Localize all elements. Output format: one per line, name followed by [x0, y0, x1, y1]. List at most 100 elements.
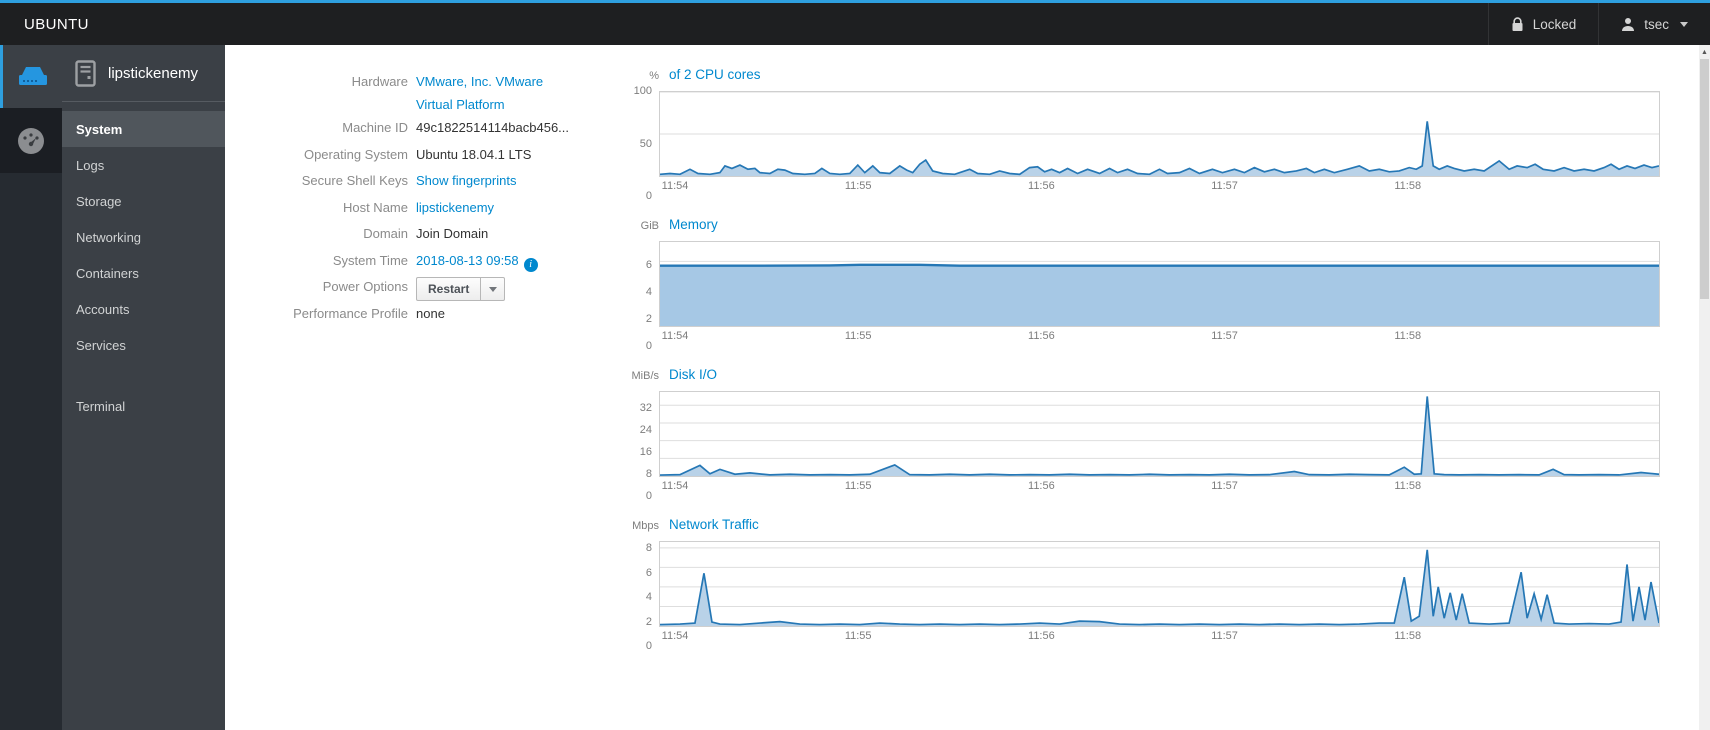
dashboard-icon [18, 127, 44, 154]
x-tick-label: 11:56 [1028, 480, 1055, 492]
sidebar-item-services[interactable]: Services [62, 327, 225, 363]
sidebar-item-logs[interactable]: Logs [62, 147, 225, 183]
power-options-caret-button[interactable] [481, 277, 506, 301]
vertical-scrollbar[interactable]: ▲ [1699, 45, 1710, 730]
lock-status[interactable]: Locked [1487, 3, 1599, 45]
info-value: none [416, 305, 445, 321]
cpu-chart: % of 2 CPU cores 0 50 100 11:54 11:55 11:56 11:5… [593, 67, 1660, 202]
sidebar-item-storage[interactable]: Storage [62, 183, 225, 219]
y-tick-label: 0 [645, 640, 652, 652]
sidebar-item-system[interactable]: System [62, 111, 225, 147]
network-chart-title-link[interactable]: Network Traffic [669, 517, 759, 532]
disk-plot-area [659, 391, 1660, 477]
info-row-performance-profile: Performance Profile none [225, 302, 593, 329]
y-tick-label: 4 [645, 286, 652, 299]
chart-unit-label: GiB [640, 220, 659, 232]
x-tick-label: 11:54 [661, 480, 689, 492]
restart-button[interactable]: Restart [416, 277, 482, 301]
y-tick-label: 8 [645, 467, 652, 480]
host-icon-rail [0, 45, 62, 730]
plot-wrap: 11:54 11:55 11:56 11:57 11:58 [659, 541, 1660, 646]
rail-item-dashboard[interactable] [0, 108, 62, 173]
x-tick-label: 11:56 [1028, 630, 1055, 642]
y-tick-label: 2 [645, 615, 652, 628]
info-label: Hardware [351, 74, 408, 89]
y-tick-label: 16 [639, 445, 652, 458]
disk-chart: MiB/s Disk I/O 0 8 16 24 32 11:54 11:55 11:56 11:5… [593, 367, 1660, 502]
y-tick-label: 24 [639, 423, 652, 436]
plot-wrap: 11:54 11:55 11:56 11:57 11:58 [659, 91, 1660, 196]
sidebar: lipstickenemy System Logs Storage Networkin… [62, 45, 225, 730]
chart-body: 0 2 4 6 8 11:54 11:55 11:56 11:57 11:58 [593, 541, 1660, 652]
x-tick-label: 11:56 [1028, 330, 1055, 342]
x-axis-labels: 11:54 11:55 11:56 11:57 11:58 [659, 179, 1660, 196]
y-tick-label: 0 [645, 490, 652, 502]
cpu-chart-title-link[interactable]: of 2 CPU cores [669, 67, 761, 82]
info-row-domain: Domain Join Domain [225, 222, 593, 249]
info-row-power-options: Power Options Restart [225, 275, 593, 302]
y-tick-label: 0 [645, 340, 652, 352]
info-value: 2018-08-13 09:58 i [416, 249, 538, 272]
x-tick-label: 11:57 [1211, 480, 1238, 492]
host-header[interactable]: lipstickenemy [62, 45, 225, 102]
info-link[interactable]: Show fingerprints [416, 173, 516, 188]
x-tick-label: 11:56 [1028, 180, 1055, 192]
y-tick-label: 6 [645, 566, 652, 579]
y-tick-label: 4 [645, 591, 652, 604]
x-tick-label: 11:57 [1211, 630, 1238, 642]
x-tick-label: 11:55 [844, 630, 872, 642]
hardware-link[interactable]: VMware, Inc. VMware Virtual Platform [416, 70, 543, 116]
info-value: Restart [416, 275, 506, 301]
info-row-host-name: Host Name lipstickenemy [225, 196, 593, 223]
x-axis-labels: 11:54 11:55 11:56 11:57 11:58 [659, 629, 1660, 646]
x-tick-label: 11:55 [844, 480, 872, 492]
info-row-machine-id: Machine ID 49c1822514114bacb456... [225, 116, 593, 143]
sidebar-item-accounts[interactable]: Accounts [62, 291, 225, 327]
info-label: Operating System [303, 146, 408, 162]
system-time-link[interactable]: 2018-08-13 09:58 [416, 253, 519, 268]
chart-body: 0 50 100 11:54 11:55 11:56 11:57 11:58 [593, 85, 1660, 202]
memory-plot-area [659, 241, 1660, 327]
time-info-icon[interactable]: i [523, 257, 538, 272]
disk-chart-title-link[interactable]: Disk I/O [669, 367, 717, 382]
scroll-up-arrow-icon[interactable]: ▲ [1699, 45, 1710, 59]
info-link[interactable]: lipstickenemy [416, 200, 494, 215]
host-machine-icon [75, 59, 96, 87]
menu-gap [62, 363, 225, 388]
x-tick-label: 11:57 [1211, 180, 1238, 192]
x-tick-label: 11:58 [1394, 330, 1422, 342]
info-label: Performance Profile [293, 305, 408, 321]
sidebar-item-terminal[interactable]: Terminal [62, 388, 225, 424]
x-axis-labels: 11:54 11:55 11:56 11:57 11:58 [659, 329, 1660, 346]
user-icon [1622, 18, 1635, 31]
info-row-secure-shell-keys: Secure Shell Keys Show fingerprints [225, 169, 593, 196]
memory-chart-title-link[interactable]: Memory [669, 217, 718, 232]
rail-item-server[interactable] [0, 45, 62, 108]
system-info-panel: Hardware VMware, Inc. VMware Virtual Platf… [225, 67, 593, 730]
y-tick-label: 8 [645, 542, 652, 555]
x-tick-label: 11:57 [1211, 330, 1238, 342]
info-value: Join Domain [416, 226, 489, 241]
x-tick-label: 11:54 [661, 630, 689, 642]
chart-header: Mbps Network Traffic [593, 517, 1660, 532]
y-axis-labels: 0 8 16 24 32 [593, 391, 659, 502]
chart-header: GiB Memory [593, 217, 1660, 232]
info-label: Power Options [322, 279, 408, 294]
info-row-system-time: System Time 2018-08-13 09:58 i [225, 249, 593, 276]
user-menu[interactable]: tsec [1598, 3, 1710, 45]
info-label: Domain [363, 226, 408, 241]
memory-chart: GiB Memory 0 2 4 6 11:54 11:55 11:56 11:57 11:58 [593, 217, 1660, 352]
chart-header: % of 2 CPU cores [593, 67, 1660, 82]
sidebar-item-containers[interactable]: Containers [62, 255, 225, 291]
x-tick-label: 11:54 [661, 180, 689, 192]
info-value: 49c1822514114bacb456... [416, 120, 570, 135]
info-value: VMware, Inc. VMware Virtual Platform [416, 70, 543, 116]
scrollbar-thumb[interactable] [1700, 59, 1709, 299]
sidebar-item-networking[interactable]: Networking [62, 219, 225, 255]
y-tick-label: 2 [645, 313, 652, 326]
x-tick-label: 11:55 [844, 330, 872, 342]
server-icon [18, 66, 47, 85]
top-navbar: UBUNTU Locked tsec [0, 3, 1710, 45]
y-tick-label: 32 [639, 401, 652, 414]
plot-wrap: 11:54 11:55 11:56 11:57 11:58 [659, 241, 1660, 346]
